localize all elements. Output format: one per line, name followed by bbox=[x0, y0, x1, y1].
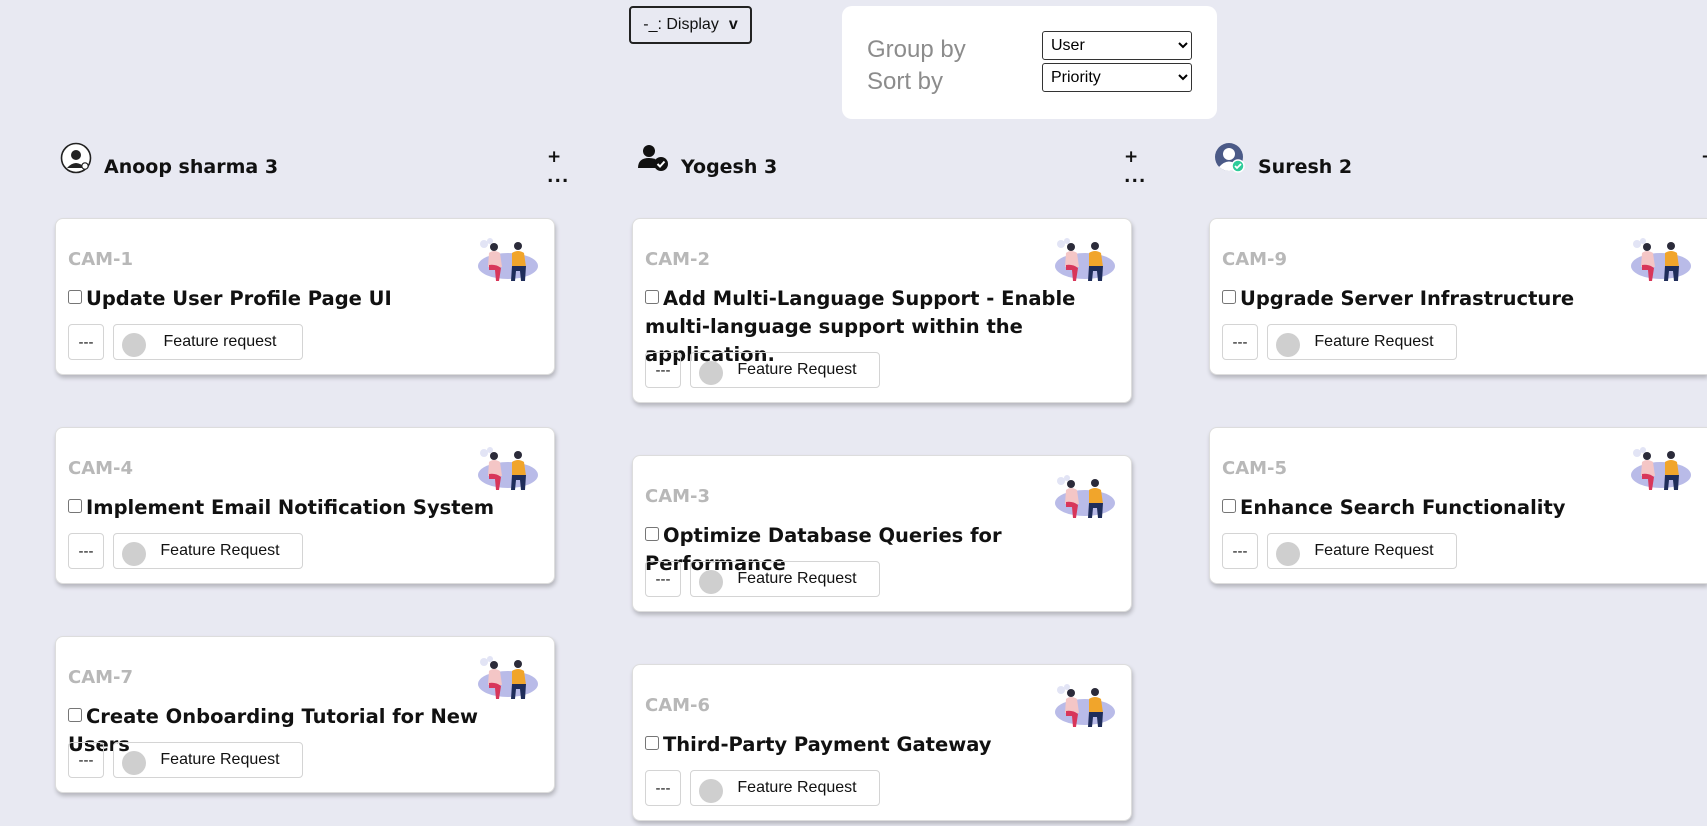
card-title: Update User Profile Page UI bbox=[86, 287, 392, 310]
tag-label: Feature request bbox=[163, 333, 277, 350]
tag-label: Feature Request bbox=[160, 751, 280, 768]
tag-chip[interactable]: Feature request bbox=[113, 324, 303, 360]
team-illustration-icon bbox=[1627, 445, 1691, 493]
task-card[interactable]: CAM-7 Create Onboarding Tutorial for New… bbox=[55, 636, 555, 793]
display-options-panel: Group by Sort by User Priority bbox=[842, 6, 1217, 119]
card-checkbox[interactable] bbox=[68, 499, 82, 513]
user-check-icon bbox=[638, 145, 668, 171]
card-checkbox[interactable] bbox=[68, 708, 82, 722]
team-illustration-icon bbox=[1627, 236, 1691, 284]
column-title: Suresh 2 bbox=[1258, 156, 1353, 178]
team-illustration-icon bbox=[474, 445, 538, 493]
team-illustration-icon bbox=[474, 236, 538, 284]
tag-chip[interactable]: Feature Request bbox=[113, 742, 303, 778]
team-illustration-icon bbox=[474, 654, 538, 702]
card-id: CAM-7 bbox=[68, 667, 134, 688]
display-button[interactable]: -_: Display v bbox=[629, 6, 752, 44]
card-title-row: Update User Profile Page UI bbox=[68, 285, 542, 313]
priority-button[interactable]: --- bbox=[645, 770, 681, 806]
column-header-anoop: Anoop sharma 3 + ... bbox=[60, 140, 585, 187]
card-title: Enhance Search Functionality bbox=[1240, 496, 1566, 519]
card-title: Implement Email Notification System bbox=[86, 496, 495, 519]
tag-label: Feature Request bbox=[737, 779, 857, 796]
user-verified-avatar-icon bbox=[1215, 143, 1245, 173]
tag-chip[interactable]: Feature Request bbox=[690, 352, 880, 388]
chevron-down-icon: v bbox=[728, 16, 738, 33]
card-id: CAM-9 bbox=[1222, 249, 1288, 270]
card-checkbox[interactable] bbox=[645, 527, 659, 541]
group-by-select[interactable]: User bbox=[1042, 31, 1192, 60]
card-checkbox[interactable] bbox=[1222, 499, 1236, 513]
card-title-row: Implement Email Notification System bbox=[68, 494, 542, 522]
card-title: Upgrade Server Infrastructure bbox=[1240, 287, 1575, 310]
task-card[interactable]: CAM-2 Add Multi-Language Support - Enabl… bbox=[632, 218, 1132, 403]
user-circle-icon bbox=[60, 142, 92, 174]
display-button-label: -_: Display bbox=[643, 16, 719, 33]
card-title-row: Third-Party Payment Gateway bbox=[645, 731, 1119, 759]
priority-button[interactable]: --- bbox=[1222, 324, 1258, 360]
column-actions[interactable]: + bbox=[1701, 147, 1707, 167]
card-checkbox[interactable] bbox=[1222, 290, 1236, 304]
sort-by-select[interactable]: Priority bbox=[1042, 63, 1192, 92]
card-id: CAM-2 bbox=[645, 249, 711, 270]
priority-button[interactable]: --- bbox=[645, 352, 681, 388]
tag-chip[interactable]: Feature Request bbox=[1267, 533, 1457, 569]
task-card[interactable]: CAM-6 Third-Party Payment Gateway --- Fe… bbox=[632, 664, 1132, 821]
priority-button[interactable]: --- bbox=[68, 533, 104, 569]
team-illustration-icon bbox=[1051, 236, 1115, 284]
card-id: CAM-6 bbox=[645, 695, 711, 716]
card-id: CAM-1 bbox=[68, 249, 134, 270]
task-card[interactable]: CAM-4 Implement Email Notification Syste… bbox=[55, 427, 555, 584]
tag-label: Feature Request bbox=[737, 570, 857, 587]
task-card[interactable]: CAM-1 Update User Profile Page UI --- Fe… bbox=[55, 218, 555, 375]
priority-button[interactable]: --- bbox=[1222, 533, 1258, 569]
tag-label: Feature Request bbox=[160, 542, 280, 559]
card-checkbox[interactable] bbox=[645, 290, 659, 304]
priority-button[interactable]: --- bbox=[645, 561, 681, 597]
task-card[interactable]: CAM-9 Upgrade Server Infrastructure --- … bbox=[1209, 218, 1707, 375]
column-title: Anoop sharma 3 bbox=[104, 156, 279, 178]
priority-button[interactable]: --- bbox=[68, 742, 104, 778]
tag-label: Feature Request bbox=[737, 361, 857, 378]
tag-chip[interactable]: Feature Request bbox=[690, 561, 880, 597]
card-checkbox[interactable] bbox=[68, 290, 82, 304]
column-actions[interactable]: + ... bbox=[1124, 147, 1162, 187]
task-card[interactable]: CAM-3 Optimize Database Queries for Perf… bbox=[632, 455, 1132, 612]
card-title-row: Enhance Search Functionality bbox=[1222, 494, 1695, 522]
group-by-label: Group by bbox=[867, 36, 966, 63]
column-header-yogesh: Yogesh 3 + ... bbox=[637, 140, 1162, 187]
sort-by-label: Sort by bbox=[867, 68, 944, 95]
tag-chip[interactable]: Feature Request bbox=[1267, 324, 1457, 360]
column-title: Yogesh 3 bbox=[681, 156, 778, 178]
tag-chip[interactable]: Feature Request bbox=[113, 533, 303, 569]
card-id: CAM-4 bbox=[68, 458, 134, 479]
column-actions[interactable]: + ... bbox=[547, 147, 585, 187]
card-title: Third-Party Payment Gateway bbox=[663, 733, 992, 756]
team-illustration-icon bbox=[1051, 682, 1115, 730]
card-checkbox[interactable] bbox=[645, 736, 659, 750]
tag-label: Feature Request bbox=[1314, 542, 1434, 559]
team-illustration-icon bbox=[1051, 473, 1115, 521]
card-title-row: Upgrade Server Infrastructure bbox=[1222, 285, 1695, 313]
tag-label: Feature Request bbox=[1314, 333, 1434, 350]
card-id: CAM-5 bbox=[1222, 458, 1288, 479]
priority-button[interactable]: --- bbox=[68, 324, 104, 360]
card-id: CAM-3 bbox=[645, 486, 711, 507]
column-header-suresh: Suresh 2 + bbox=[1214, 140, 1707, 180]
tag-chip[interactable]: Feature Request bbox=[690, 770, 880, 806]
task-card[interactable]: CAM-5 Enhance Search Functionality --- F… bbox=[1209, 427, 1707, 584]
